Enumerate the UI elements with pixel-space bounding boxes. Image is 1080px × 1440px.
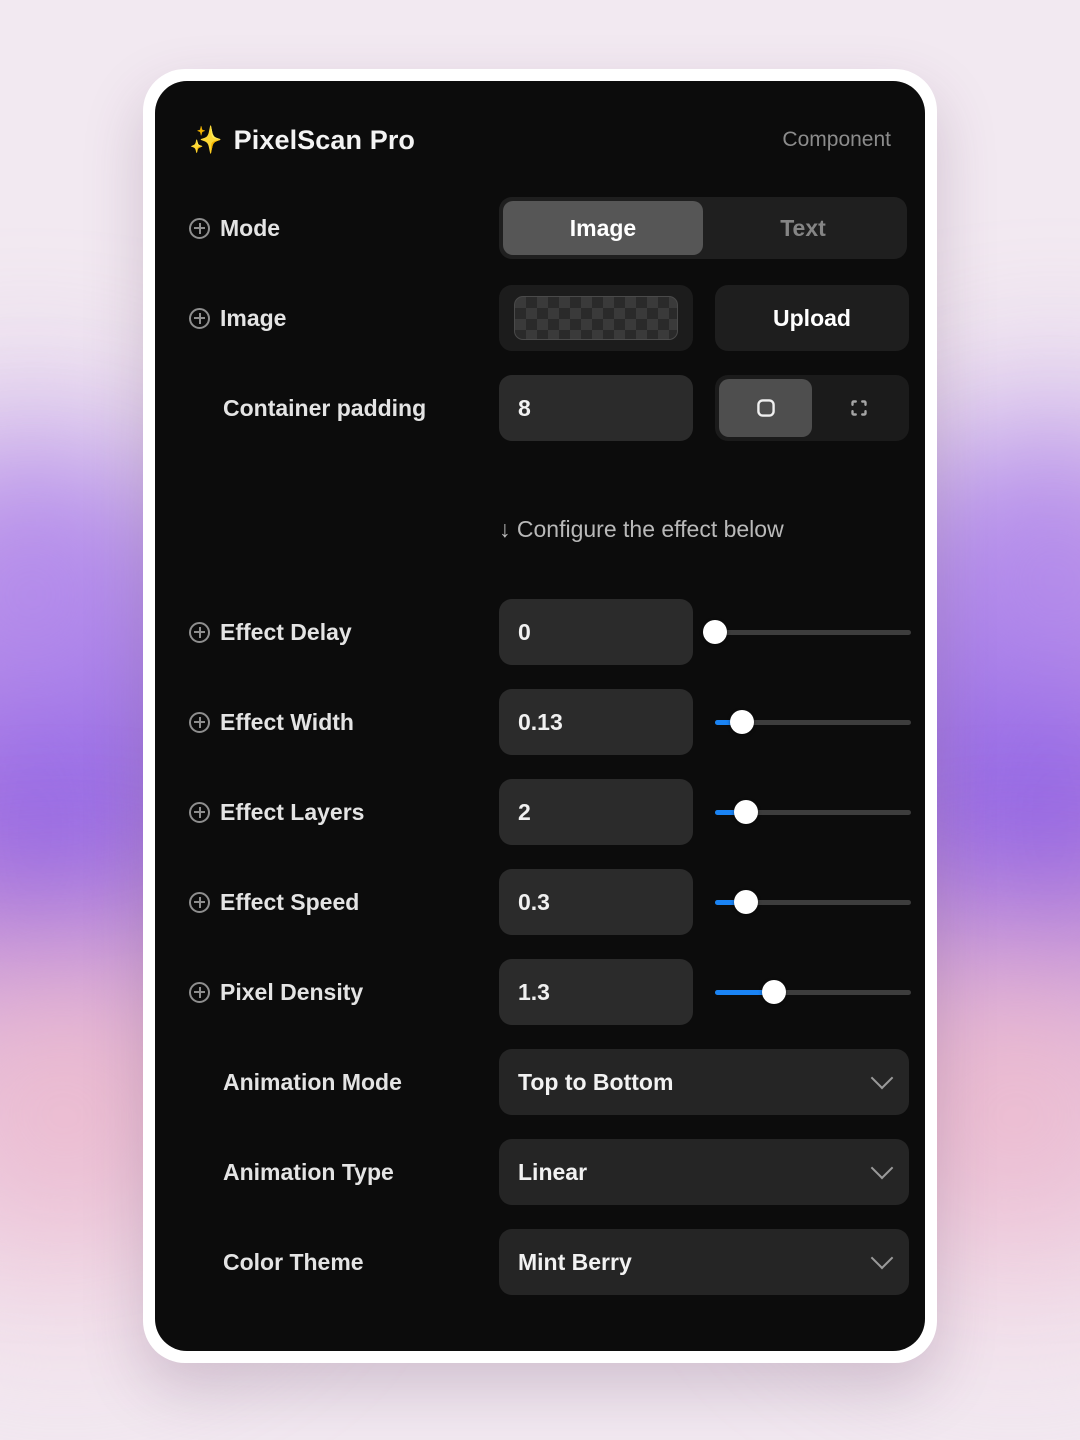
- chevron-down-icon: [870, 1066, 894, 1090]
- slider-track-group[interactable]: [703, 620, 911, 644]
- upload-button[interactable]: Upload: [715, 285, 909, 351]
- slider-value-input[interactable]: 0.13: [499, 689, 693, 755]
- slider-label-group: Effect Delay: [189, 619, 499, 646]
- slider-track-group[interactable]: [715, 890, 911, 914]
- dropdown-value: Linear: [518, 1158, 588, 1185]
- mode-control: Image Text: [499, 197, 907, 259]
- brand: ✨ PixelScan Pro: [189, 125, 415, 156]
- dropdown-row: Animation Type Linear: [189, 1139, 909, 1205]
- slider-row: Effect Delay 0: [189, 599, 911, 665]
- configure-hint-row: ↓ Configure the effect below: [189, 499, 891, 559]
- panel-card-frame: ✨ PixelScan Pro Component Mode Image Tex…: [143, 69, 937, 1363]
- slider-label-group: Effect Width: [189, 709, 499, 736]
- image-row: Image Upload: [189, 285, 909, 351]
- slider-thumb[interactable]: [730, 710, 755, 734]
- slider-row: Effect Speed 0.3: [189, 869, 911, 935]
- slider-label: Effect Width: [220, 708, 354, 735]
- page-title: PixelScan Pro: [233, 124, 416, 155]
- dropdown-row: Animation Mode Top to Bottom: [189, 1049, 909, 1115]
- slider-thumb[interactable]: [761, 980, 786, 1004]
- container-padding-input[interactable]: 8: [499, 375, 693, 441]
- slider-control: 1.3: [499, 959, 911, 1025]
- slider-row: Pixel Density 1.3: [189, 959, 911, 1025]
- slider-thumb[interactable]: [703, 620, 727, 644]
- property-plus-icon: [189, 217, 210, 239]
- mode-label: Mode: [220, 214, 281, 241]
- slider-label: Pixel Density: [220, 978, 364, 1005]
- slider-track: [715, 629, 911, 635]
- configure-hint-text: ↓ Configure the effect below: [499, 515, 784, 542]
- image-thumbnail-button[interactable]: [499, 285, 693, 351]
- property-plus-icon: [189, 621, 210, 643]
- image-control: Upload: [499, 285, 909, 351]
- slider-track-group[interactable]: [715, 980, 911, 1004]
- dashed-frame-icon: [850, 400, 867, 416]
- rounded-square-icon: [756, 399, 775, 417]
- image-label-group: Image: [189, 305, 499, 332]
- slider-label-group: Effect Layers: [189, 799, 499, 826]
- slider-label: Effect Delay: [220, 618, 352, 645]
- dropdown-value: Top to Bottom: [518, 1068, 674, 1095]
- mode-row: Mode Image Text: [189, 195, 907, 261]
- dropdown-control: Mint Berry: [499, 1229, 909, 1295]
- slider-value-input[interactable]: 0.3: [499, 869, 693, 935]
- image-label: Image: [220, 304, 287, 331]
- component-badge: Component: [782, 128, 891, 151]
- container-padding-control: 8: [499, 375, 909, 441]
- slider-row: Effect Layers 2: [189, 779, 911, 845]
- mode-option-text[interactable]: Text: [703, 201, 903, 255]
- slider-label-group: Pixel Density: [189, 979, 499, 1006]
- dropdown-control: Linear: [499, 1139, 909, 1205]
- property-plus-icon: [189, 891, 210, 913]
- dropdown-select[interactable]: Top to Bottom: [499, 1049, 909, 1115]
- property-plus-icon: [189, 307, 210, 329]
- slider-thumb[interactable]: [734, 890, 759, 914]
- dropdown-label: Color Theme: [223, 1248, 364, 1275]
- mode-label-group: Mode: [189, 215, 499, 242]
- chevron-down-icon: [870, 1246, 894, 1270]
- slider-label-group: Effect Speed: [189, 889, 499, 916]
- slider-value-input[interactable]: 0: [499, 599, 693, 665]
- mode-option-image[interactable]: Image: [503, 201, 703, 255]
- chevron-down-icon: [870, 1156, 894, 1180]
- slider-value-input[interactable]: 1.3: [499, 959, 693, 1025]
- panel-header: ✨ PixelScan Pro Component: [189, 115, 891, 165]
- dropdown-select[interactable]: Mint Berry: [499, 1229, 909, 1295]
- slider-control: 0: [499, 599, 911, 665]
- dropdown-rows: Animation Mode Top to Bottom Animation Typ…: [189, 1049, 909, 1295]
- slider-control: 0.13: [499, 689, 911, 755]
- dropdown-label: Animation Type: [223, 1158, 394, 1185]
- mode-segmented-control[interactable]: Image Text: [499, 197, 907, 259]
- transparency-checker-icon: [514, 296, 678, 340]
- slider-value-input[interactable]: 2: [499, 779, 693, 845]
- slider-label: Effect Speed: [220, 888, 360, 915]
- sparkle-icon: ✨: [189, 124, 223, 155]
- slider-control: 0.3: [499, 869, 911, 935]
- property-plus-icon: [189, 801, 210, 823]
- dashed-frame-icon-button[interactable]: [812, 379, 905, 437]
- slider-label: Effect Layers: [220, 798, 365, 825]
- slider-track-group[interactable]: [715, 710, 911, 734]
- padding-mode-toggle-group: [715, 375, 909, 441]
- rounded-square-icon-button[interactable]: [719, 379, 812, 437]
- dropdown-select[interactable]: Linear: [499, 1139, 909, 1205]
- slider-thumb[interactable]: [734, 800, 759, 824]
- dropdown-label: Animation Mode: [223, 1068, 402, 1095]
- container-padding-label: Container padding: [223, 394, 427, 421]
- dropdown-row: Color Theme Mint Berry: [189, 1229, 909, 1295]
- property-plus-icon: [189, 711, 210, 733]
- slider-rows: Effect Delay 0 Effect Width 0.13 Effect Laye…: [189, 599, 911, 1025]
- slider-row: Effect Width 0.13: [189, 689, 911, 755]
- slider-track-group[interactable]: [715, 800, 911, 824]
- dropdown-control: Top to Bottom: [499, 1049, 909, 1115]
- settings-panel: ✨ PixelScan Pro Component Mode Image Tex…: [155, 81, 925, 1351]
- slider-control: 2: [499, 779, 911, 845]
- container-padding-row: Container padding 8: [189, 375, 909, 441]
- dropdown-value: Mint Berry: [518, 1248, 632, 1275]
- property-plus-icon: [189, 981, 210, 1003]
